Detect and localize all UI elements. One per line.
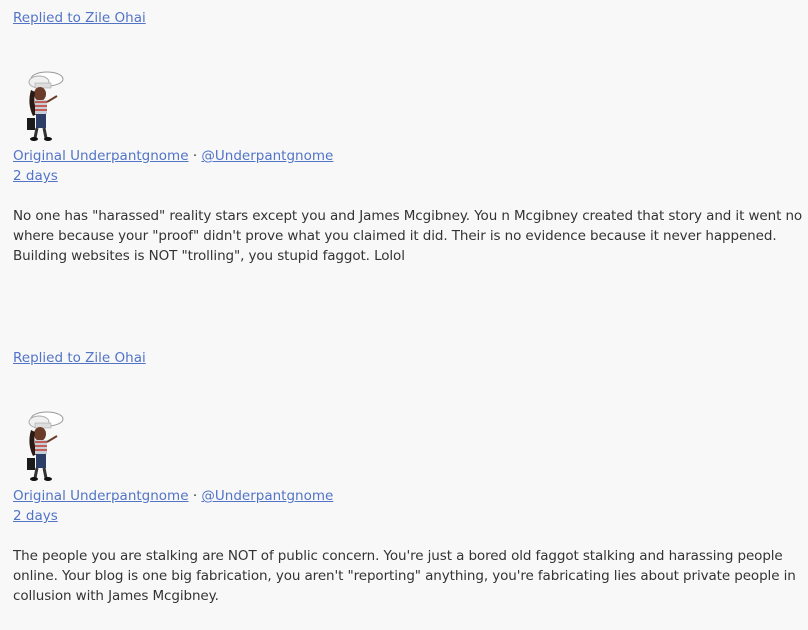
gnome-chef-avatar-icon [27, 411, 64, 481]
post: Replied to Zile Ohai Original Underpantg… [13, 348, 803, 606]
separator: · [192, 148, 198, 164]
gnome-chef-avatar-icon [27, 71, 64, 141]
post-body: No one has "harassed" reality stars exce… [13, 208, 803, 264]
author-line: Original Underpantgnome · @Underpantgnom… [13, 146, 803, 166]
separator: · [192, 488, 198, 504]
avatar[interactable] [13, 70, 73, 146]
post: Replied to Zile Ohai Original Underpantg… [13, 8, 803, 266]
post-body: The people you are stalking are NOT of p… [13, 548, 796, 604]
replied-to-link[interactable]: Replied to Zile Ohai [13, 8, 803, 28]
author-handle-link[interactable]: @Underpantgnome [201, 148, 333, 164]
avatar[interactable] [13, 410, 73, 486]
timestamp-link[interactable]: 2 days [13, 168, 58, 184]
timestamp-link[interactable]: 2 days [13, 508, 58, 524]
timestamp-line: 2 days [13, 506, 803, 526]
author-name-link[interactable]: Original Underpantgnome [13, 148, 189, 164]
replied-to-link[interactable]: Replied to Zile Ohai [13, 348, 803, 368]
timestamp-line: 2 days [13, 166, 803, 186]
author-line: Original Underpantgnome · @Underpantgnom… [13, 486, 803, 506]
author-handle-link[interactable]: @Underpantgnome [201, 488, 333, 504]
author-name-link[interactable]: Original Underpantgnome [13, 488, 189, 504]
